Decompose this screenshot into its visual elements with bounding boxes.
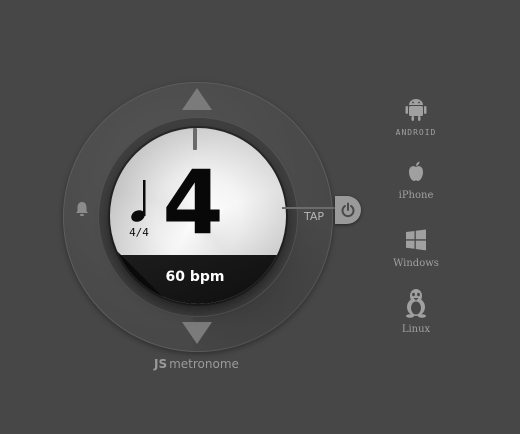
platform-windows[interactable]: Windows xyxy=(386,228,446,269)
beat-number: 4 xyxy=(162,151,224,254)
platform-iphone[interactable]: iPhone xyxy=(386,160,446,201)
app-brand: JS metronome xyxy=(154,357,239,371)
bpm-readout: 60 bpm xyxy=(165,269,225,285)
brand-name: metronome xyxy=(169,357,239,371)
brand-js: JS xyxy=(154,357,168,371)
tap-divider xyxy=(282,207,335,209)
platform-label-windows: Windows xyxy=(393,258,439,269)
bell-icon[interactable] xyxy=(73,200,91,218)
android-icon xyxy=(405,99,427,121)
platform-label-iphone: iPhone xyxy=(398,190,434,201)
time-signature: 4/4 xyxy=(129,226,149,239)
increase-tempo-button[interactable] xyxy=(182,88,212,110)
platform-android[interactable]: ANDROID xyxy=(386,96,446,137)
platform-linux[interactable]: Linux xyxy=(386,288,446,335)
decrease-tempo-button[interactable] xyxy=(182,322,212,344)
platform-label-android: ANDROID xyxy=(395,128,437,137)
dial-tick-mark xyxy=(193,128,197,150)
metronome-app: 4/4 4 60 bpm TAP JS metronome ANDROID iP… xyxy=(0,0,520,434)
platform-label-linux: Linux xyxy=(401,324,431,335)
apple-icon xyxy=(409,161,423,181)
tux-icon xyxy=(406,289,426,318)
power-button[interactable] xyxy=(335,196,361,224)
quarter-note-icon xyxy=(131,180,146,222)
tap-button[interactable]: TAP xyxy=(304,210,324,223)
windows-icon xyxy=(406,229,426,251)
power-icon xyxy=(341,202,355,218)
